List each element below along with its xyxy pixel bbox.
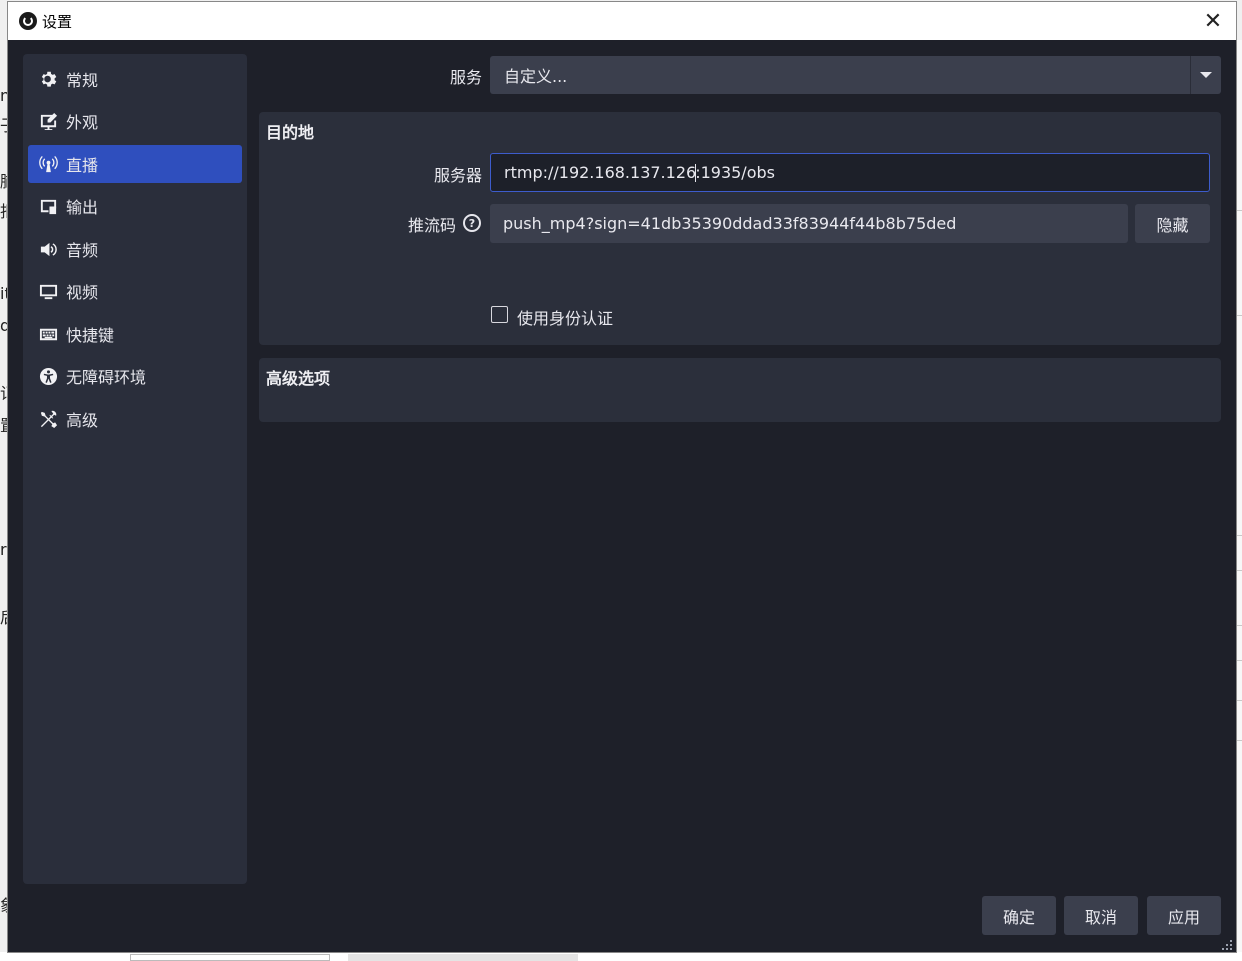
tools-icon xyxy=(38,409,58,429)
appearance-icon xyxy=(38,111,58,131)
auth-checkbox[interactable] xyxy=(491,306,508,323)
title-bar: 设置 ✕ xyxy=(8,2,1236,40)
destination-title: 目的地 xyxy=(266,123,315,142)
cancel-button[interactable]: 取消 xyxy=(1064,896,1138,935)
background-bottom-bar xyxy=(348,954,578,961)
sidebar-item-accessibility[interactable]: 无障碍环境 xyxy=(28,357,242,395)
keyboard-icon xyxy=(38,324,58,344)
obs-logo-icon xyxy=(19,12,37,30)
apply-button[interactable]: 应用 xyxy=(1147,896,1221,935)
sidebar-item-label: 视频 xyxy=(66,283,99,302)
sidebar-item-output[interactable]: 输出 xyxy=(28,187,242,225)
ok-button[interactable]: 确定 xyxy=(982,896,1056,935)
accessibility-icon xyxy=(38,366,58,386)
sidebar-item-audio[interactable]: 音频 xyxy=(28,230,242,268)
advanced-group: 高级选项 xyxy=(259,358,1221,422)
sidebar-item-label: 输出 xyxy=(66,198,99,217)
background-fragment: r xyxy=(0,540,7,559)
server-value-end: :1935/obs xyxy=(695,163,775,182)
sidebar-item-advanced[interactable]: 高级 xyxy=(28,400,242,438)
sidebar-item-general[interactable]: 常规 xyxy=(28,60,242,98)
service-label: 服务 xyxy=(449,68,482,87)
gear-icon xyxy=(38,69,58,89)
sidebar-item-hotkeys[interactable]: 快捷键 xyxy=(28,315,242,353)
auth-checkbox-label[interactable]: 使用身份认证 xyxy=(517,305,613,329)
settings-window: 设置 ✕ 常规 外观 直播 输出 音频 视频 快捷键 无障碍环境 高级 服务 自… xyxy=(8,2,1236,952)
advanced-title: 高级选项 xyxy=(266,369,331,388)
close-icon: ✕ xyxy=(1203,8,1223,34)
hide-key-button[interactable]: 隐藏 xyxy=(1135,204,1210,243)
background-bottom-bar xyxy=(130,954,330,961)
sidebar-item-label: 快捷键 xyxy=(66,326,115,345)
sidebar-item-stream[interactable]: 直播 xyxy=(28,145,242,183)
monitor-icon xyxy=(38,281,58,301)
server-label: 服务器 xyxy=(433,166,482,185)
settings-sidebar: 常规 外观 直播 输出 音频 视频 快捷键 无障碍环境 高级 xyxy=(23,54,247,884)
service-dropdown-value: 自定义... xyxy=(504,67,568,86)
background-right-strip xyxy=(1236,40,1242,952)
server-value-start: rtmp://192.168.137.126 xyxy=(504,163,697,182)
server-input[interactable]: rtmp://192.168.137.126:1935/obs xyxy=(490,153,1210,192)
stream-key-value: push_mp4?sign=41db35390ddad33f83944f44b8… xyxy=(503,214,957,233)
speaker-icon xyxy=(38,239,58,259)
close-button[interactable]: ✕ xyxy=(1190,2,1236,40)
help-icon[interactable]: ? xyxy=(463,214,481,232)
sidebar-item-label: 外观 xyxy=(66,113,99,132)
resize-grip-icon[interactable] xyxy=(1222,940,1232,950)
antenna-icon xyxy=(38,154,58,174)
chevron-down-icon xyxy=(1190,56,1221,94)
sidebar-item-label: 无障碍环境 xyxy=(66,368,147,387)
sidebar-item-label: 常规 xyxy=(66,71,99,90)
window-title: 设置 xyxy=(42,13,73,31)
service-dropdown[interactable]: 自定义... xyxy=(490,56,1221,94)
stream-key-input[interactable]: push_mp4?sign=41db35390ddad33f83944f44b8… xyxy=(490,204,1128,243)
sidebar-item-appearance[interactable]: 外观 xyxy=(28,102,242,140)
output-icon xyxy=(38,196,58,216)
sidebar-item-video[interactable]: 视频 xyxy=(28,272,242,310)
sidebar-item-label: 高级 xyxy=(66,411,99,430)
sidebar-item-label: 音频 xyxy=(66,241,99,260)
sidebar-item-label: 直播 xyxy=(66,156,99,175)
stream-key-label: 推流码 xyxy=(407,216,456,235)
